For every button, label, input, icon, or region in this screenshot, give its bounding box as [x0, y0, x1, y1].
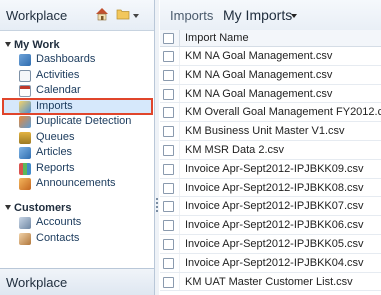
- chevron-down-icon[interactable]: [133, 14, 139, 18]
- column-divider: [179, 103, 180, 122]
- row-checkbox[interactable]: [163, 144, 174, 156]
- table-row[interactable]: Invoice Apr-Sept2012-IPJBKK08.csv: [160, 178, 381, 198]
- articles-icon: [19, 147, 31, 159]
- column-divider: [179, 140, 180, 159]
- table-row[interactable]: KM NA Goal Management.csv: [160, 65, 381, 85]
- pane-splitter[interactable]: [155, 0, 159, 295]
- import-name[interactable]: KM NA Goal Management.csv: [185, 69, 332, 81]
- import-name[interactable]: KM Overall Goal Management FY2012.csv: [185, 106, 381, 118]
- import-name[interactable]: Invoice Apr-Sept2012-IPJBKK08.csv: [185, 182, 364, 194]
- import-name[interactable]: Invoice Apr-Sept2012-IPJBKK04.csv: [185, 257, 364, 269]
- table-row[interactable]: KM Overall Goal Management FY2012.csv: [160, 103, 381, 123]
- queues-icon: [19, 131, 31, 144]
- table-row[interactable]: KM NA Goal Management.csv: [160, 84, 381, 104]
- column-divider: [179, 197, 180, 216]
- imports-icon: [19, 100, 31, 113]
- nav-item-activities[interactable]: Activities: [0, 68, 155, 84]
- nav-item-imports[interactable]: Imports: [2, 97, 153, 115]
- column-divider: [179, 272, 180, 291]
- nav-group-my-work: My Work Dashboards Activities Calendar I…: [0, 38, 155, 192]
- column-divider: [179, 84, 180, 103]
- row-checkbox[interactable]: [163, 276, 174, 288]
- row-checkbox[interactable]: [163, 126, 174, 138]
- import-name[interactable]: Invoice Apr-Sept2012-IPJBKK07.csv: [185, 200, 364, 212]
- reports-icon: [19, 162, 31, 175]
- table-row[interactable]: Invoice Apr-Sept2012-IPJBKK06.csv: [160, 216, 381, 235]
- import-name[interactable]: KM NA Goal Management.csv: [185, 88, 332, 100]
- nav-header: Workplace: [0, 0, 154, 31]
- accounts-icon: [19, 217, 31, 229]
- column-divider: [179, 253, 180, 272]
- row-checkbox[interactable]: [163, 220, 174, 232]
- column-header-import-name[interactable]: Import Name: [185, 32, 249, 44]
- import-list: KM NA Goal Management.csv KM NA Goal Man…: [160, 47, 381, 292]
- collapse-arrow-icon[interactable]: [5, 42, 11, 47]
- import-name[interactable]: KM Business Unit Master V1.csv: [185, 125, 345, 137]
- table-row[interactable]: KM MSR Data 2.csv: [160, 140, 381, 160]
- nav-group-title[interactable]: My Work: [0, 38, 155, 52]
- row-checkbox[interactable]: [163, 69, 174, 81]
- nav-item-reports[interactable]: Reports: [0, 161, 155, 177]
- table-row[interactable]: KM Business Unit Master V1.csv: [160, 122, 381, 141]
- contacts-icon: [19, 232, 31, 245]
- nav-footer-workplace[interactable]: Workplace: [0, 268, 154, 295]
- navigation-pane: Workplace My Work Dashboards Activities …: [0, 0, 155, 295]
- column-divider: [179, 234, 180, 253]
- dashboard-icon: [19, 54, 31, 66]
- import-name[interactable]: Invoice Apr-Sept2012-IPJBKK05.csv: [185, 238, 364, 250]
- column-divider: [179, 159, 180, 178]
- nav-item-contacts[interactable]: Contacts: [0, 231, 155, 247]
- breadcrumb: Imports: [170, 8, 214, 23]
- import-name[interactable]: KM UAT Master Customer List.csv: [185, 276, 353, 288]
- nav-group-customers: Customers Accounts Contacts: [0, 201, 155, 246]
- table-row[interactable]: KM UAT Master Customer List.csv: [160, 272, 381, 292]
- folder-icon[interactable]: [116, 8, 130, 20]
- duplicate-detection-icon: [19, 116, 31, 128]
- column-divider: [179, 122, 180, 140]
- import-name[interactable]: KM NA Goal Management.csv: [185, 50, 332, 62]
- view-header: Imports My Imports: [160, 0, 381, 31]
- column-divider: [179, 178, 180, 197]
- nav-title: Workplace: [6, 8, 68, 23]
- row-checkbox[interactable]: [163, 257, 174, 269]
- table-row[interactable]: Invoice Apr-Sept2012-IPJBKK07.csv: [160, 197, 381, 217]
- home-icon[interactable]: [95, 7, 109, 21]
- grid-header: Import Name: [160, 30, 381, 47]
- nav-item-articles[interactable]: Articles: [0, 145, 155, 161]
- import-name[interactable]: KM MSR Data 2.csv: [185, 144, 284, 156]
- table-row[interactable]: Invoice Apr-Sept2012-IPJBKK09.csv: [160, 159, 381, 179]
- row-checkbox[interactable]: [163, 163, 174, 175]
- announcements-icon: [19, 178, 31, 190]
- row-checkbox[interactable]: [163, 51, 174, 62]
- nav-item-announcements[interactable]: Announcements: [0, 176, 155, 192]
- view-selector[interactable]: My Imports: [223, 7, 292, 23]
- table-row[interactable]: KM NA Goal Management.csv: [160, 47, 381, 66]
- collapse-arrow-icon[interactable]: [5, 205, 11, 210]
- nav-item-accounts[interactable]: Accounts: [0, 215, 155, 231]
- column-divider: [179, 216, 180, 234]
- calendar-icon: [19, 85, 31, 97]
- table-row[interactable]: Invoice Apr-Sept2012-IPJBKK05.csv: [160, 234, 381, 254]
- nav-item-dashboards[interactable]: Dashboards: [0, 52, 155, 68]
- row-checkbox[interactable]: [163, 88, 174, 100]
- nav-item-queues[interactable]: Queues: [0, 130, 155, 146]
- table-row[interactable]: Invoice Apr-Sept2012-IPJBKK04.csv: [160, 253, 381, 273]
- splitter-grip-icon[interactable]: [156, 198, 158, 212]
- activities-icon: [19, 69, 31, 82]
- column-divider: [179, 30, 180, 46]
- row-checkbox[interactable]: [163, 201, 174, 213]
- row-checkbox[interactable]: [163, 238, 174, 250]
- row-checkbox[interactable]: [163, 107, 174, 119]
- nav-group-title[interactable]: Customers: [0, 201, 155, 215]
- import-name[interactable]: Invoice Apr-Sept2012-IPJBKK09.csv: [185, 163, 364, 175]
- column-divider: [179, 65, 180, 84]
- import-name[interactable]: Invoice Apr-Sept2012-IPJBKK06.csv: [185, 219, 364, 231]
- nav-item-calendar[interactable]: Calendar: [0, 83, 155, 99]
- main-content: Imports My Imports Import Name KM NA Goa…: [160, 0, 381, 295]
- chevron-down-icon[interactable]: [291, 14, 297, 18]
- row-checkbox[interactable]: [163, 182, 174, 194]
- nav-item-duplicate-detection[interactable]: Duplicate Detection: [0, 114, 155, 130]
- select-all-checkbox[interactable]: [163, 33, 174, 44]
- column-divider: [179, 47, 180, 65]
